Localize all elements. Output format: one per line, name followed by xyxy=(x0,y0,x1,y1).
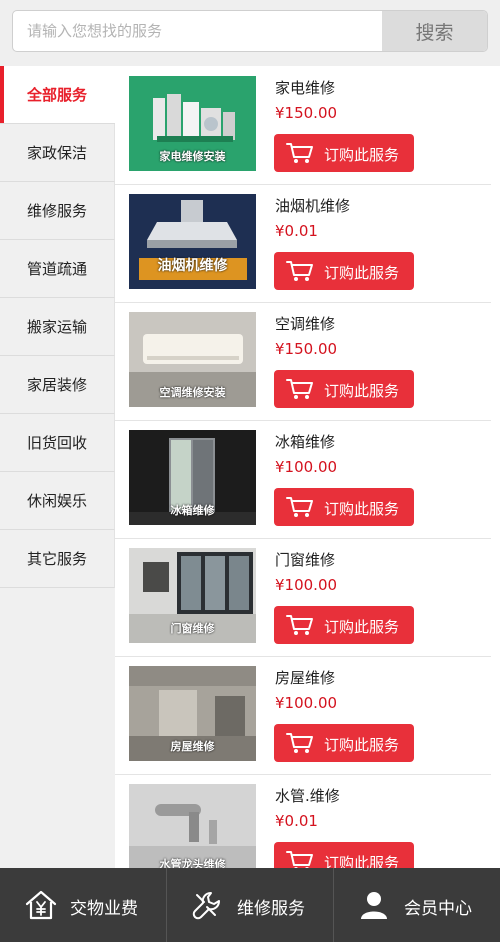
sidebar-item-recycling[interactable]: 旧货回收 xyxy=(0,414,115,472)
product-item[interactable]: 空调维修安装 空调维修 ¥150.00 订购此服务 xyxy=(115,302,491,421)
sidebar-item-decoration[interactable]: 家居装修 xyxy=(0,356,115,414)
product-image-caption: 水管龙头维修 xyxy=(159,858,226,868)
user-icon xyxy=(361,892,387,919)
product-item[interactable]: 门窗维修 门窗维修 ¥100.00 订购此服务 xyxy=(115,538,491,657)
product-name: 空调维修 xyxy=(275,315,336,333)
order-button-label: 订购此服务 xyxy=(324,736,400,754)
product-image-caption: 房屋维修 xyxy=(170,740,215,753)
product-image[interactable]: 房屋维修 xyxy=(129,666,256,761)
order-button-label: 订购此服务 xyxy=(324,854,400,868)
order-service-button[interactable]: 订购此服务 xyxy=(274,842,414,868)
cart-icon xyxy=(286,851,313,868)
product-name: 油烟机维修 xyxy=(275,197,351,215)
cart-icon xyxy=(286,261,313,281)
product-image[interactable]: 水管龙头维修 xyxy=(129,784,256,868)
house-yuan-icon xyxy=(25,890,57,920)
product-name: 水管.维修 xyxy=(275,787,340,805)
cart-icon xyxy=(286,733,313,753)
product-item[interactable]: 冰箱维修 冰箱维修 ¥100.00 订购此服务 xyxy=(115,420,491,539)
cart-icon xyxy=(286,379,313,399)
order-button-label: 订购此服务 xyxy=(324,264,400,282)
nav-item-label: 交物业费 xyxy=(70,899,138,919)
product-price: ¥100.00 xyxy=(275,694,338,712)
category-sidebar: 全部服务 家政保洁 维修服务 管道疏通 搬家运输 家居装修 旧货回收 休闲娱乐 … xyxy=(0,66,115,868)
product-image[interactable]: 门窗维修 xyxy=(129,548,256,643)
order-service-button[interactable]: 订购此服务 xyxy=(274,724,414,762)
product-item[interactable]: 家电维修安装 家电维修 ¥150.00 订购此服务 xyxy=(115,66,491,185)
nav-item-repair-service[interactable]: 维修服务 xyxy=(167,868,333,942)
product-image[interactable]: 油烟机维修 xyxy=(129,194,256,289)
product-list: 家电维修安装 家电维修 ¥150.00 订购此服务 油烟机维修 油烟机维修 ¥0… xyxy=(115,66,500,868)
nav-item-member-center[interactable]: 会员中心 xyxy=(334,868,500,942)
search-bar: 搜索 xyxy=(0,0,500,66)
order-service-button[interactable]: 订购此服务 xyxy=(274,252,414,290)
product-image-caption: 油烟机维修 xyxy=(157,258,228,274)
product-name: 家电维修 xyxy=(275,79,336,97)
product-price: ¥100.00 xyxy=(275,458,338,476)
order-service-button[interactable]: 订购此服务 xyxy=(274,606,414,644)
product-image[interactable]: 家电维修安装 xyxy=(129,76,256,171)
sidebar-item-pipe-dredging[interactable]: 管道疏通 xyxy=(0,240,115,298)
wrench-icon xyxy=(192,892,220,920)
product-price: ¥0.01 xyxy=(275,812,318,830)
sidebar-item-all-services[interactable]: 全部服务 xyxy=(0,66,115,124)
product-image-caption: 门窗维修 xyxy=(170,622,215,635)
sidebar-item-moving[interactable]: 搬家运输 xyxy=(0,298,115,356)
product-price: ¥0.01 xyxy=(275,222,318,240)
order-button-label: 订购此服务 xyxy=(324,618,400,636)
cart-icon xyxy=(286,615,313,635)
product-image-caption: 冰箱维修 xyxy=(170,504,215,517)
product-item[interactable]: 房屋维修 房屋维修 ¥100.00 订购此服务 xyxy=(115,656,491,775)
nav-item-label: 维修服务 xyxy=(237,899,305,919)
product-image-caption: 家电维修安装 xyxy=(159,150,226,163)
product-image[interactable]: 空调维修安装 xyxy=(129,312,256,407)
product-price: ¥100.00 xyxy=(275,576,338,594)
product-name: 门窗维修 xyxy=(275,551,336,569)
sidebar-item-housekeeping[interactable]: 家政保洁 xyxy=(0,124,115,182)
order-button-label: 订购此服务 xyxy=(324,146,400,164)
product-name: 冰箱维修 xyxy=(275,433,336,451)
cart-icon xyxy=(286,143,313,163)
search-button[interactable]: 搜索 xyxy=(382,11,487,51)
sidebar-item-leisure[interactable]: 休闲娱乐 xyxy=(0,472,115,530)
product-price: ¥150.00 xyxy=(275,340,338,358)
nav-item-label: 会员中心 xyxy=(404,899,472,919)
order-service-button[interactable]: 订购此服务 xyxy=(274,488,414,526)
bottom-nav: 交物业费 维修服务 会员中心 xyxy=(0,868,500,942)
order-button-label: 订购此服务 xyxy=(324,382,400,400)
nav-item-property-fee[interactable]: 交物业费 xyxy=(0,868,166,942)
cart-icon xyxy=(286,497,313,517)
product-price: ¥150.00 xyxy=(275,104,338,122)
product-item[interactable]: 水管龙头维修 水管.维修 ¥0.01 订购此服务 xyxy=(115,774,491,868)
product-image-caption: 空调维修安装 xyxy=(159,386,226,399)
order-service-button[interactable]: 订购此服务 xyxy=(274,134,414,172)
product-item[interactable]: 油烟机维修 油烟机维修 ¥0.01 订购此服务 xyxy=(115,184,491,303)
search-box: 搜索 xyxy=(12,10,488,52)
product-name: 房屋维修 xyxy=(275,669,336,687)
order-service-button[interactable]: 订购此服务 xyxy=(274,370,414,408)
search-input[interactable] xyxy=(13,11,397,51)
sidebar-item-repair[interactable]: 维修服务 xyxy=(0,182,115,240)
sidebar-item-other[interactable]: 其它服务 xyxy=(0,530,115,588)
order-button-label: 订购此服务 xyxy=(324,500,400,518)
product-image[interactable]: 冰箱维修 xyxy=(129,430,256,525)
